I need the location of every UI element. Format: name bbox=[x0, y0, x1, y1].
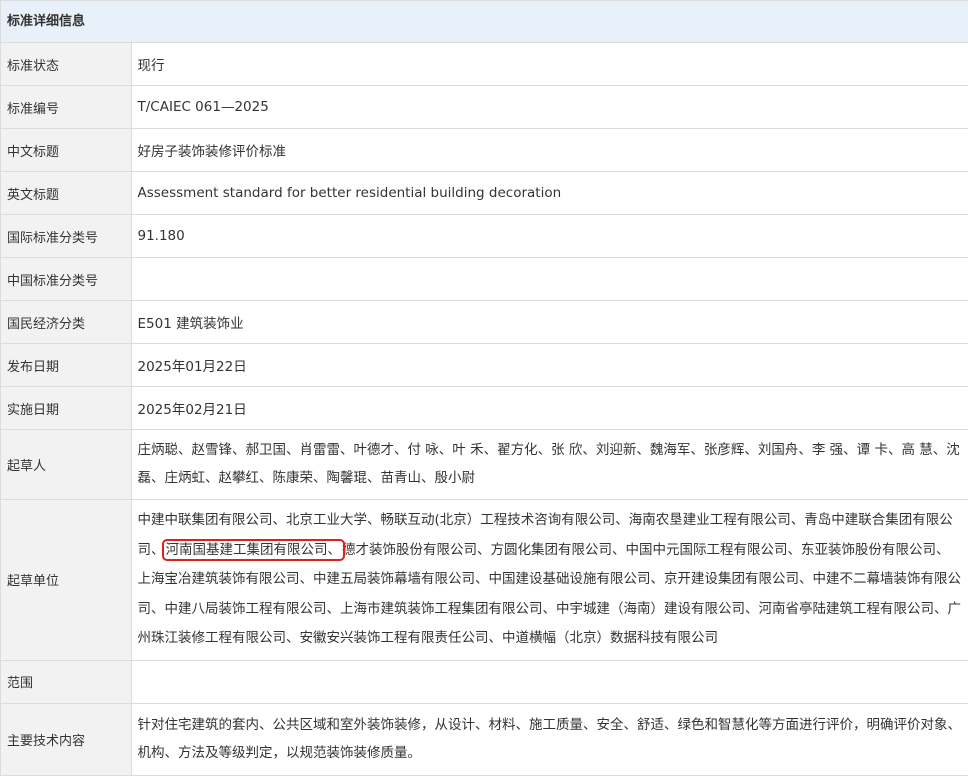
row-number: 标准编号 T/CAIEC 061—2025 bbox=[1, 85, 968, 129]
row-label: 国际标准分类号 bbox=[1, 214, 132, 258]
row-label: 范围 bbox=[1, 660, 132, 704]
row-label: 英文标题 bbox=[1, 171, 132, 215]
row-value: 2025年01月22日 bbox=[131, 343, 968, 387]
panel-title: 标准详细信息 bbox=[1, 1, 968, 43]
row-label: 主要技术内容 bbox=[1, 703, 132, 776]
row-value bbox=[131, 660, 968, 704]
row-value: 庄炳聪、赵雪锋、郝卫国、肖雷雷、叶德才、付 咏、叶 禾、翟方化、张 欣、刘迎新、… bbox=[131, 429, 968, 500]
row-value: 现行 bbox=[131, 43, 968, 86]
row-label: 中文标题 bbox=[1, 128, 132, 172]
detail-table: 标准状态 现行 标准编号 T/CAIEC 061—2025 中文标题 好房子装饰… bbox=[1, 43, 968, 776]
row-economy: 国民经济分类 E501 建筑装饰业 bbox=[1, 300, 968, 344]
row-cn-title: 中文标题 好房子装饰装修评价标准 bbox=[1, 128, 968, 172]
row-value: Assessment standard for better residenti… bbox=[131, 171, 968, 215]
row-drafting-units: 起草单位 中建中联集团有限公司、北京工业大学、畅联互动(北京）工程技术咨询有限公… bbox=[1, 499, 968, 661]
row-scope: 范围 bbox=[1, 660, 968, 704]
row-value: E501 建筑装饰业 bbox=[131, 300, 968, 344]
row-publish-date: 发布日期 2025年01月22日 bbox=[1, 343, 968, 387]
row-label: 发布日期 bbox=[1, 343, 132, 387]
row-status: 标准状态 现行 bbox=[1, 43, 968, 86]
row-label: 中国标准分类号 bbox=[1, 257, 132, 301]
row-value: 中建中联集团有限公司、北京工业大学、畅联互动(北京）工程技术咨询有限公司、海南农… bbox=[131, 499, 968, 661]
row-effective-date: 实施日期 2025年02月21日 bbox=[1, 386, 968, 430]
row-en-title: 英文标题 Assessment standard for better resi… bbox=[1, 171, 968, 215]
row-value: 91.180 bbox=[131, 214, 968, 258]
row-value bbox=[131, 257, 968, 301]
row-drafters: 起草人 庄炳聪、赵雪锋、郝卫国、肖雷雷、叶德才、付 咏、叶 禾、翟方化、张 欣、… bbox=[1, 429, 968, 500]
row-label: 标准状态 bbox=[1, 43, 132, 86]
row-label: 实施日期 bbox=[1, 386, 132, 430]
row-ics: 国际标准分类号 91.180 bbox=[1, 214, 968, 258]
row-value: 针对住宅建筑的套内、公共区域和室外装饰装修，从设计、材料、施工质量、安全、舒适、… bbox=[131, 703, 968, 776]
standard-detail-panel: 标准详细信息 标准状态 现行 标准编号 T/CAIEC 061—2025 中文标… bbox=[0, 0, 968, 776]
row-value: 好房子装饰装修评价标准 bbox=[131, 128, 968, 172]
row-label: 起草单位 bbox=[1, 499, 132, 661]
row-label: 起草人 bbox=[1, 429, 132, 500]
row-tech-content: 主要技术内容 针对住宅建筑的套内、公共区域和室外装饰装修，从设计、材料、施工质量… bbox=[1, 703, 968, 776]
highlighted-unit: 河南国基建工集团有限公司、 bbox=[161, 538, 345, 561]
row-value: 2025年02月21日 bbox=[131, 386, 968, 430]
row-label: 标准编号 bbox=[1, 85, 132, 129]
row-label: 国民经济分类 bbox=[1, 300, 132, 344]
row-value: T/CAIEC 061—2025 bbox=[131, 85, 968, 129]
row-ccs: 中国标准分类号 bbox=[1, 257, 968, 301]
